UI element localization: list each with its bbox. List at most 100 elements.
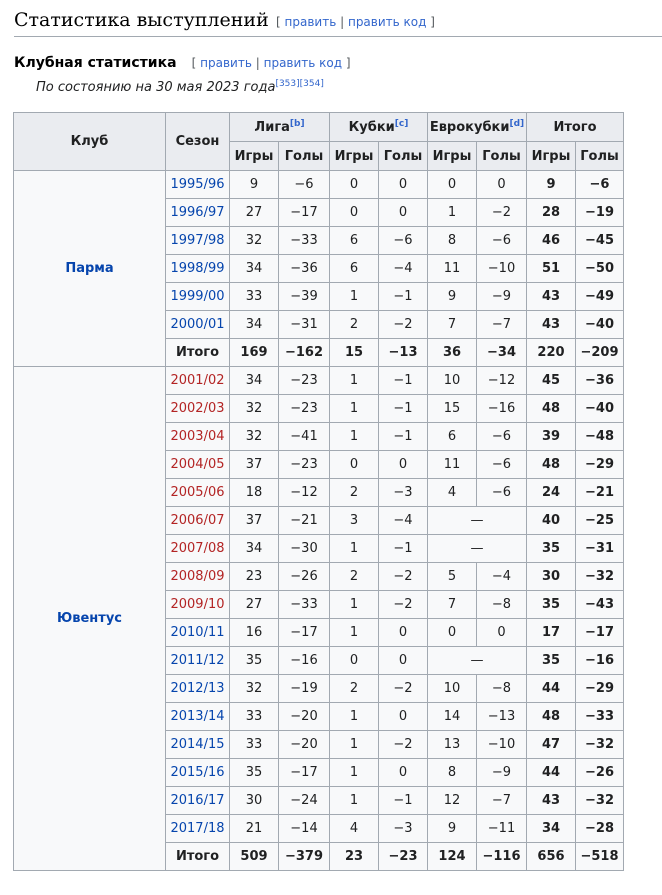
- stat-cell: —: [427, 534, 527, 563]
- season-link[interactable]: 2005/06: [170, 485, 224, 500]
- season-link[interactable]: 2002/03: [170, 401, 224, 416]
- subsection-edit-links: [ править | править код ]: [192, 56, 351, 70]
- stat-cell: −36: [278, 254, 330, 283]
- header-games: Игры: [427, 141, 477, 171]
- stat-cell: 9: [427, 814, 477, 843]
- season-link[interactable]: 2011/12: [170, 653, 224, 668]
- season-link[interactable]: 1997/98: [170, 233, 224, 248]
- stat-cell: −7: [476, 310, 527, 339]
- stat-cell: 17: [526, 618, 576, 647]
- stat-cell: 27: [229, 590, 279, 619]
- reference-link[interactable]: [c]: [395, 119, 409, 129]
- stat-cell: 6: [427, 422, 477, 451]
- season-link[interactable]: 2015/16: [170, 765, 224, 780]
- stat-cell: 18: [229, 478, 279, 507]
- stat-cell: −6: [476, 450, 527, 479]
- stat-cell: 0: [378, 758, 428, 787]
- season-cell: 2013/14: [165, 702, 230, 731]
- season-link[interactable]: 2012/13: [170, 681, 224, 696]
- season-link[interactable]: 1996/97: [170, 205, 224, 220]
- season-link[interactable]: 2003/04: [170, 429, 224, 444]
- stat-cell: −17: [575, 618, 624, 647]
- edit-code-link[interactable]: править код: [348, 15, 426, 29]
- season-link[interactable]: 2001/02: [170, 373, 224, 388]
- stat-cell: −2: [378, 674, 428, 703]
- season-link[interactable]: 2008/09: [170, 569, 224, 584]
- table-row: Парма 1995/96 9 −6 0 0 0 0 9 −6: [13, 170, 624, 367]
- stat-cell: 1: [427, 198, 477, 227]
- stat-cell: −20: [278, 702, 330, 731]
- season-link[interactable]: 1999/00: [170, 289, 224, 304]
- season-link[interactable]: 2010/11: [170, 625, 224, 640]
- section-title: Статистика выступлений: [14, 9, 269, 31]
- season-link[interactable]: 2013/14: [170, 709, 224, 724]
- stat-cell: −8: [476, 590, 527, 619]
- stat-cell: 2: [329, 310, 379, 339]
- reference-link[interactable]: [353]: [275, 79, 299, 89]
- season-cell: 2017/18: [165, 814, 230, 843]
- reference-link[interactable]: [354]: [300, 79, 324, 89]
- season-cell: 2001/02: [165, 366, 230, 395]
- stat-cell: −23: [278, 366, 330, 395]
- stat-cell: −41: [278, 422, 330, 451]
- stat-cell: −50: [575, 254, 624, 283]
- header-goals: Голы: [476, 141, 527, 171]
- stat-cell: 40: [526, 506, 576, 535]
- stat-cell: 43: [526, 310, 576, 339]
- stat-cell: −16: [476, 394, 527, 423]
- stat-cell: 9: [526, 170, 576, 199]
- season-link[interactable]: 2017/18: [170, 821, 224, 836]
- season-link[interactable]: 2009/10: [170, 597, 224, 612]
- header-games: Игры: [526, 141, 576, 171]
- season-cell: 2003/04: [165, 422, 230, 451]
- stat-cell: 0: [329, 198, 379, 227]
- season-link[interactable]: 2000/01: [170, 317, 224, 332]
- season-cell: 2007/08: [165, 534, 230, 563]
- season-link[interactable]: 2007/08: [170, 541, 224, 556]
- total-cell: 169: [229, 338, 279, 367]
- stat-cell: 1: [329, 730, 379, 759]
- stat-cell: −29: [575, 674, 624, 703]
- stat-cell: 0: [378, 198, 428, 227]
- club-link[interactable]: Ювентус: [57, 611, 122, 626]
- stat-cell: 1: [329, 702, 379, 731]
- season-cell: 2011/12: [165, 646, 230, 675]
- stat-cell: −33: [278, 590, 330, 619]
- season-link[interactable]: 2006/07: [170, 513, 224, 528]
- reference-link[interactable]: [b]: [290, 119, 305, 129]
- stat-cell: 1: [329, 786, 379, 815]
- open-bracket: [: [191, 56, 197, 70]
- header-eurocups: Еврокубки[d]: [427, 112, 527, 142]
- stat-cell: 5: [427, 562, 477, 591]
- stat-cell: −32: [575, 562, 624, 591]
- season-link[interactable]: 1995/96: [170, 177, 224, 192]
- stat-cell: —: [427, 646, 527, 675]
- stat-cell: 6: [329, 254, 379, 283]
- stat-cell: 51: [526, 254, 576, 283]
- stat-cell: 37: [229, 506, 279, 535]
- total-cell: −162: [278, 338, 330, 367]
- season-link[interactable]: 2004/05: [170, 457, 224, 472]
- stat-cell: 33: [229, 282, 279, 311]
- season-cell: 1999/00: [165, 282, 230, 311]
- stat-cell: 0: [476, 170, 527, 199]
- subsection-edit-link[interactable]: править: [200, 56, 252, 70]
- stat-cell: −4: [378, 506, 428, 535]
- stat-cell: 9: [229, 170, 279, 199]
- stat-cell: −26: [278, 562, 330, 591]
- stat-cell: 0: [378, 618, 428, 647]
- season-link[interactable]: 1998/99: [170, 261, 224, 276]
- reference-link[interactable]: [d]: [509, 119, 524, 129]
- stat-cell: 0: [476, 618, 527, 647]
- status-note: По состоянию на 30 мая 2023 года[353][35…: [36, 79, 324, 95]
- stat-cell: −9: [476, 758, 527, 787]
- total-cell: −116: [476, 842, 527, 871]
- stat-cell: 0: [427, 170, 477, 199]
- stat-cell: 34: [229, 534, 279, 563]
- subsection-edit-code-link[interactable]: править код: [264, 56, 342, 70]
- season-link[interactable]: 2014/15: [170, 737, 224, 752]
- club-link[interactable]: Парма: [65, 261, 113, 276]
- season-link[interactable]: 2016/17: [170, 793, 224, 808]
- edit-link[interactable]: править: [285, 15, 337, 29]
- stat-cell: 43: [526, 282, 576, 311]
